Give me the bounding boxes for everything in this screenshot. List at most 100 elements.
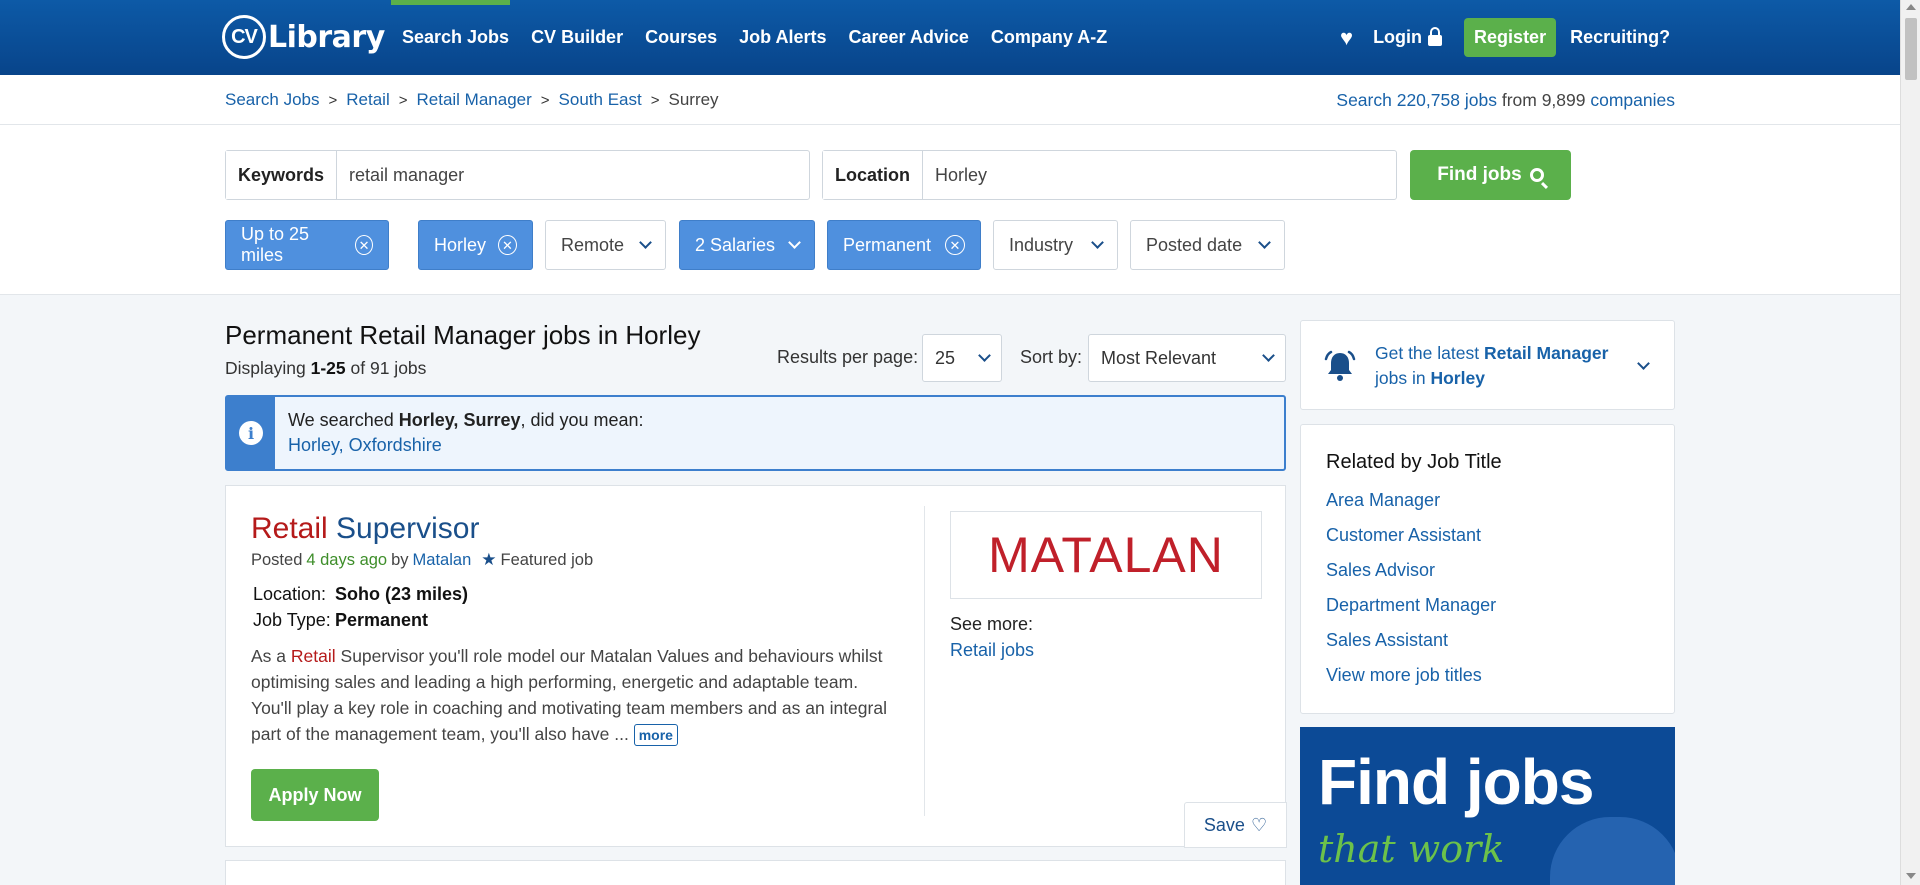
filter-posted-date[interactable]: Posted date bbox=[1130, 220, 1285, 270]
alert-mid: jobs in bbox=[1375, 368, 1426, 388]
breadcrumb-retail-manager[interactable]: Retail Manager bbox=[417, 90, 532, 110]
related-title: Related by Job Title bbox=[1326, 451, 1502, 473]
job-location-label: Location: bbox=[253, 584, 327, 604]
view-more-job-titles-link[interactable]: View more job titles bbox=[1326, 664, 1496, 699]
retail-jobs-link[interactable]: Retail jobs bbox=[950, 640, 1034, 661]
remove-filter-icon[interactable]: ✕ bbox=[945, 235, 965, 255]
info-strip: i bbox=[227, 397, 275, 469]
breadcrumb-search-jobs[interactable]: Search Jobs bbox=[225, 90, 320, 110]
chevron-down-icon[interactable] bbox=[1637, 357, 1650, 370]
suggestion-text: We searched Horley, Surrey, did you mean… bbox=[288, 410, 644, 431]
filter-industry-label: Industry bbox=[1009, 234, 1074, 255]
desc-rest: Supervisor you'll role model our Matalan… bbox=[251, 646, 887, 744]
desc-prefix: As a bbox=[251, 646, 287, 666]
company-logo[interactable]: MATALAN bbox=[950, 511, 1262, 599]
nav-job-alerts[interactable]: Job Alerts bbox=[739, 27, 826, 48]
filter-job-type[interactable]: Permanent ✕ bbox=[827, 220, 981, 270]
cv-library-logo[interactable]: CV Library bbox=[222, 12, 385, 62]
search-panel: Keywords Location Find jobs Up to 25 mil… bbox=[0, 125, 1900, 295]
featured-label: Featured job bbox=[500, 550, 594, 569]
desc-highlight: Retail bbox=[290, 646, 336, 666]
scroll-down-arrow-icon[interactable] bbox=[1906, 873, 1916, 879]
logo-wordmark: Library bbox=[268, 19, 385, 55]
more-button[interactable]: more bbox=[633, 724, 678, 747]
results-per-page-select[interactable]: 25 bbox=[922, 334, 1002, 382]
job-alert-text: Get the latest Retail Manager jobs in Ho… bbox=[1375, 341, 1635, 391]
related-item-sales-advisor[interactable]: Sales Advisor bbox=[1326, 559, 1496, 594]
scroll-up-arrow-icon[interactable] bbox=[1906, 4, 1916, 10]
scroll-thumb[interactable] bbox=[1905, 18, 1917, 80]
job-count-number: 220,758 jobs bbox=[1396, 90, 1497, 110]
suggestion-suffix: , did you mean: bbox=[520, 410, 644, 430]
company-link[interactable]: Matalan bbox=[413, 551, 472, 570]
login-link[interactable]: Login bbox=[1373, 27, 1443, 48]
filter-remote[interactable]: Remote bbox=[545, 220, 666, 270]
results-count: Displaying 1-25 of 91 jobs bbox=[225, 358, 426, 379]
heart-outline-icon: ♡ bbox=[1250, 814, 1268, 835]
nav-search-jobs[interactable]: Search Jobs bbox=[402, 27, 509, 48]
page-scrollbar[interactable] bbox=[1900, 0, 1920, 885]
sort-by-label: Sort by: bbox=[1020, 347, 1083, 367]
keywords-input[interactable] bbox=[337, 151, 809, 199]
alert-location: Horley bbox=[1430, 368, 1485, 388]
related-item-sales-assistant[interactable]: Sales Assistant bbox=[1326, 629, 1496, 664]
recruiting-link[interactable]: Recruiting? bbox=[1570, 27, 1670, 48]
nav-company-a-z[interactable]: Company A-Z bbox=[991, 27, 1107, 48]
job-type-value: Permanent bbox=[335, 610, 429, 630]
location-field: Location bbox=[822, 150, 1397, 200]
nav-courses[interactable]: Courses bbox=[645, 27, 717, 48]
suggestion-link[interactable]: Horley, Oxfordshire bbox=[288, 435, 442, 456]
search-jobs-count-link[interactable]: Search 220,758 jobs bbox=[1336, 90, 1497, 110]
filter-location[interactable]: Horley ✕ bbox=[418, 220, 533, 270]
search-icon bbox=[1529, 168, 1544, 182]
save-job-button[interactable]: Save ♡ bbox=[1184, 802, 1287, 848]
advert-banner[interactable]: Find jobs that work bbox=[1300, 727, 1675, 885]
logo-cv-mark: CV bbox=[222, 15, 266, 59]
nav-cv-builder[interactable]: CV Builder bbox=[531, 27, 623, 48]
breadcrumb-separator-icon: > bbox=[650, 91, 660, 109]
find-jobs-label: Find jobs bbox=[1437, 164, 1522, 185]
breadcrumb-retail[interactable]: Retail bbox=[346, 90, 389, 110]
ad-headline: Find jobs bbox=[1318, 746, 1594, 818]
filter-remote-label: Remote bbox=[561, 234, 625, 255]
ad-subline: that work bbox=[1318, 827, 1505, 871]
breadcrumb-separator-icon: > bbox=[398, 91, 408, 109]
next-job-card bbox=[225, 860, 1286, 885]
filter-industry[interactable]: Industry bbox=[993, 220, 1118, 270]
breadcrumb-south-east[interactable]: South East bbox=[559, 90, 642, 110]
nav-career-advice[interactable]: Career Advice bbox=[848, 27, 968, 48]
job-title-link[interactable]: Retail Supervisor bbox=[251, 512, 479, 546]
related-item-department-manager[interactable]: Department Manager bbox=[1326, 594, 1496, 629]
filter-posted-date-label: Posted date bbox=[1146, 234, 1243, 255]
remove-filter-icon[interactable]: ✕ bbox=[498, 235, 517, 255]
chevron-down-icon bbox=[788, 235, 801, 249]
results-count-suffix: of 91 jobs bbox=[350, 358, 427, 378]
companies-link[interactable]: companies bbox=[1590, 90, 1675, 110]
saved-jobs-heart-icon[interactable]: ♥ bbox=[1340, 25, 1353, 51]
suggestion-searched: Horley, Surrey bbox=[398, 410, 521, 430]
filter-salary-label: 2 Salaries bbox=[695, 234, 776, 255]
location-input[interactable] bbox=[923, 151, 1396, 199]
info-icon: i bbox=[239, 421, 263, 445]
location-suggestion-box: i We searched Horley, Surrey, did you me… bbox=[225, 395, 1286, 471]
sort-by-select[interactable]: Most Relevant bbox=[1088, 334, 1286, 382]
apply-now-button[interactable]: Apply Now bbox=[251, 769, 379, 821]
job-count-prefix: Search bbox=[1336, 90, 1392, 110]
register-button[interactable]: Register bbox=[1464, 18, 1557, 57]
filter-distance[interactable]: Up to 25 miles ✕ bbox=[225, 220, 389, 270]
posted-by: by bbox=[391, 550, 409, 569]
related-item-area-manager[interactable]: Area Manager bbox=[1326, 489, 1496, 524]
filter-location-label: Horley bbox=[434, 234, 487, 255]
filter-salary[interactable]: 2 Salaries bbox=[679, 220, 815, 270]
job-meta: Location: Soho (23 miles) Job Type: Perman… bbox=[253, 581, 468, 633]
related-item-customer-assistant[interactable]: Customer Assistant bbox=[1326, 524, 1496, 559]
job-type-label: Job Type: bbox=[253, 610, 331, 630]
results-count-prefix: Displaying bbox=[225, 358, 306, 378]
find-jobs-button[interactable]: Find jobs bbox=[1410, 150, 1571, 200]
filter-distance-label: Up to 25 miles bbox=[241, 224, 310, 265]
results-per-page-value: 25 bbox=[935, 347, 956, 368]
related-job-titles: Related by Job Title Area Manager Custom… bbox=[1300, 424, 1675, 714]
job-alert-box[interactable]: Get the latest Retail Manager jobs in Ho… bbox=[1300, 320, 1675, 410]
remove-filter-icon[interactable]: ✕ bbox=[355, 235, 373, 255]
job-posted-info: Posted 4 days ago by Matalan ★ Featured … bbox=[251, 550, 593, 570]
